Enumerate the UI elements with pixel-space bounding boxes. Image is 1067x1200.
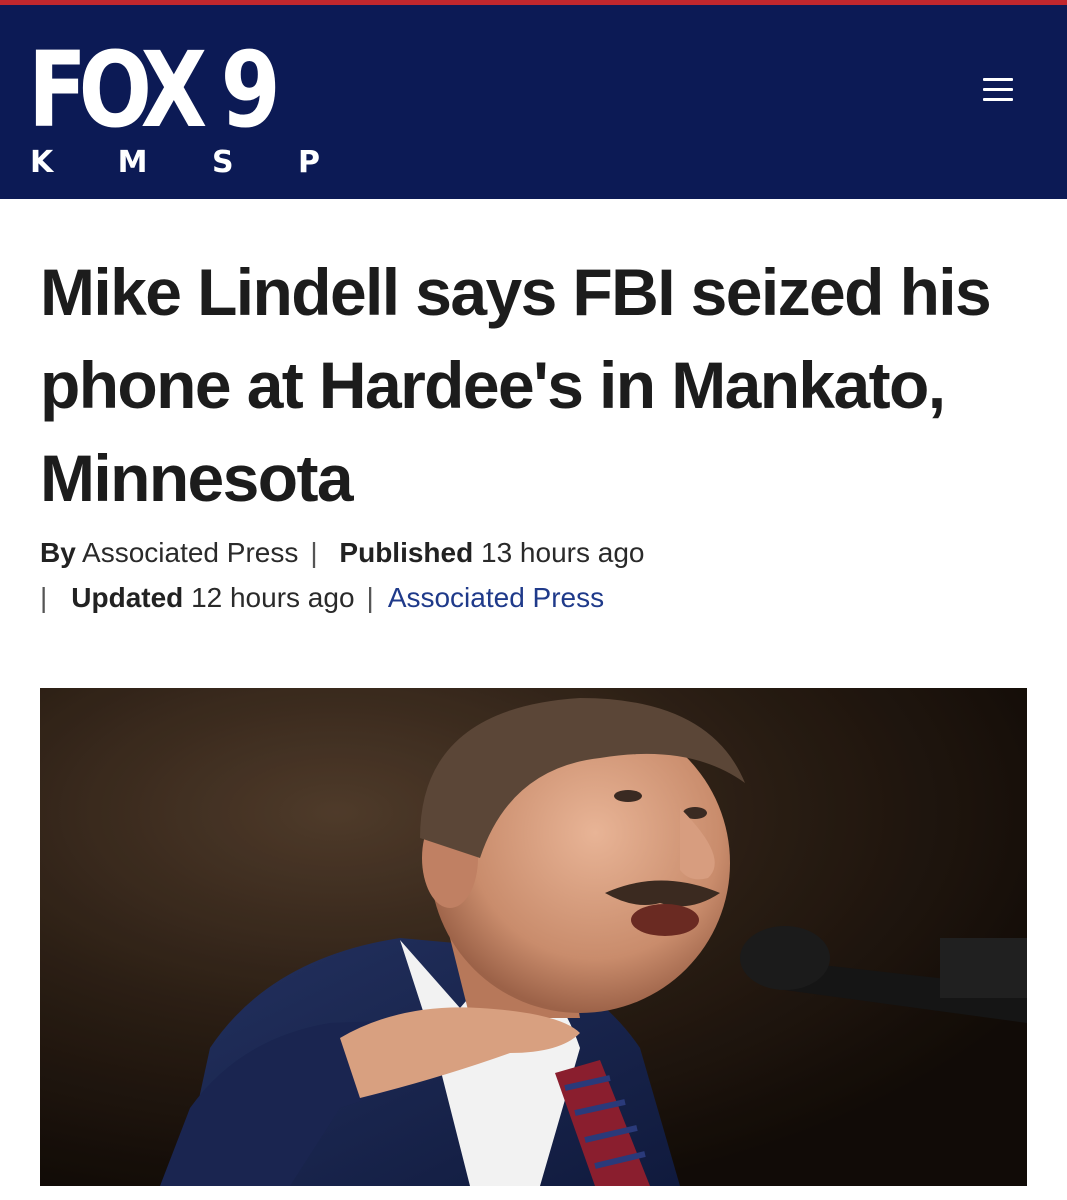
published-label: Published [339, 537, 474, 568]
station-logo[interactable]: FOX 9 [28, 38, 281, 142]
author-name: Associated Press [82, 537, 299, 568]
hero-image[interactable] [40, 688, 1027, 1186]
callsign-letter: M [117, 145, 148, 180]
callsign-letter: S [211, 145, 234, 180]
callsign-letter: K [30, 145, 54, 180]
updated-time: 12 hours ago [191, 582, 355, 613]
hamburger-menu-icon[interactable] [983, 76, 1015, 104]
speaker-photo [40, 688, 1027, 1186]
by-label: By [40, 537, 76, 568]
byline-divider: | [366, 582, 374, 613]
byline-divider: | [310, 537, 318, 568]
source-link[interactable]: Associated Press [388, 582, 604, 613]
site-header: FOX 9 K M S P [0, 5, 1067, 199]
published-time: 13 hours ago [481, 537, 645, 568]
station-callsign: K M S P [30, 146, 320, 180]
callsign-letter: P [297, 145, 320, 180]
updated-label: Updated [71, 582, 184, 613]
article-byline: By Associated Press | Published 13 hours … [40, 530, 720, 620]
byline-divider: | [40, 582, 48, 613]
article-headline: Mike Lindell says FBI seized his phone a… [40, 255, 992, 515]
